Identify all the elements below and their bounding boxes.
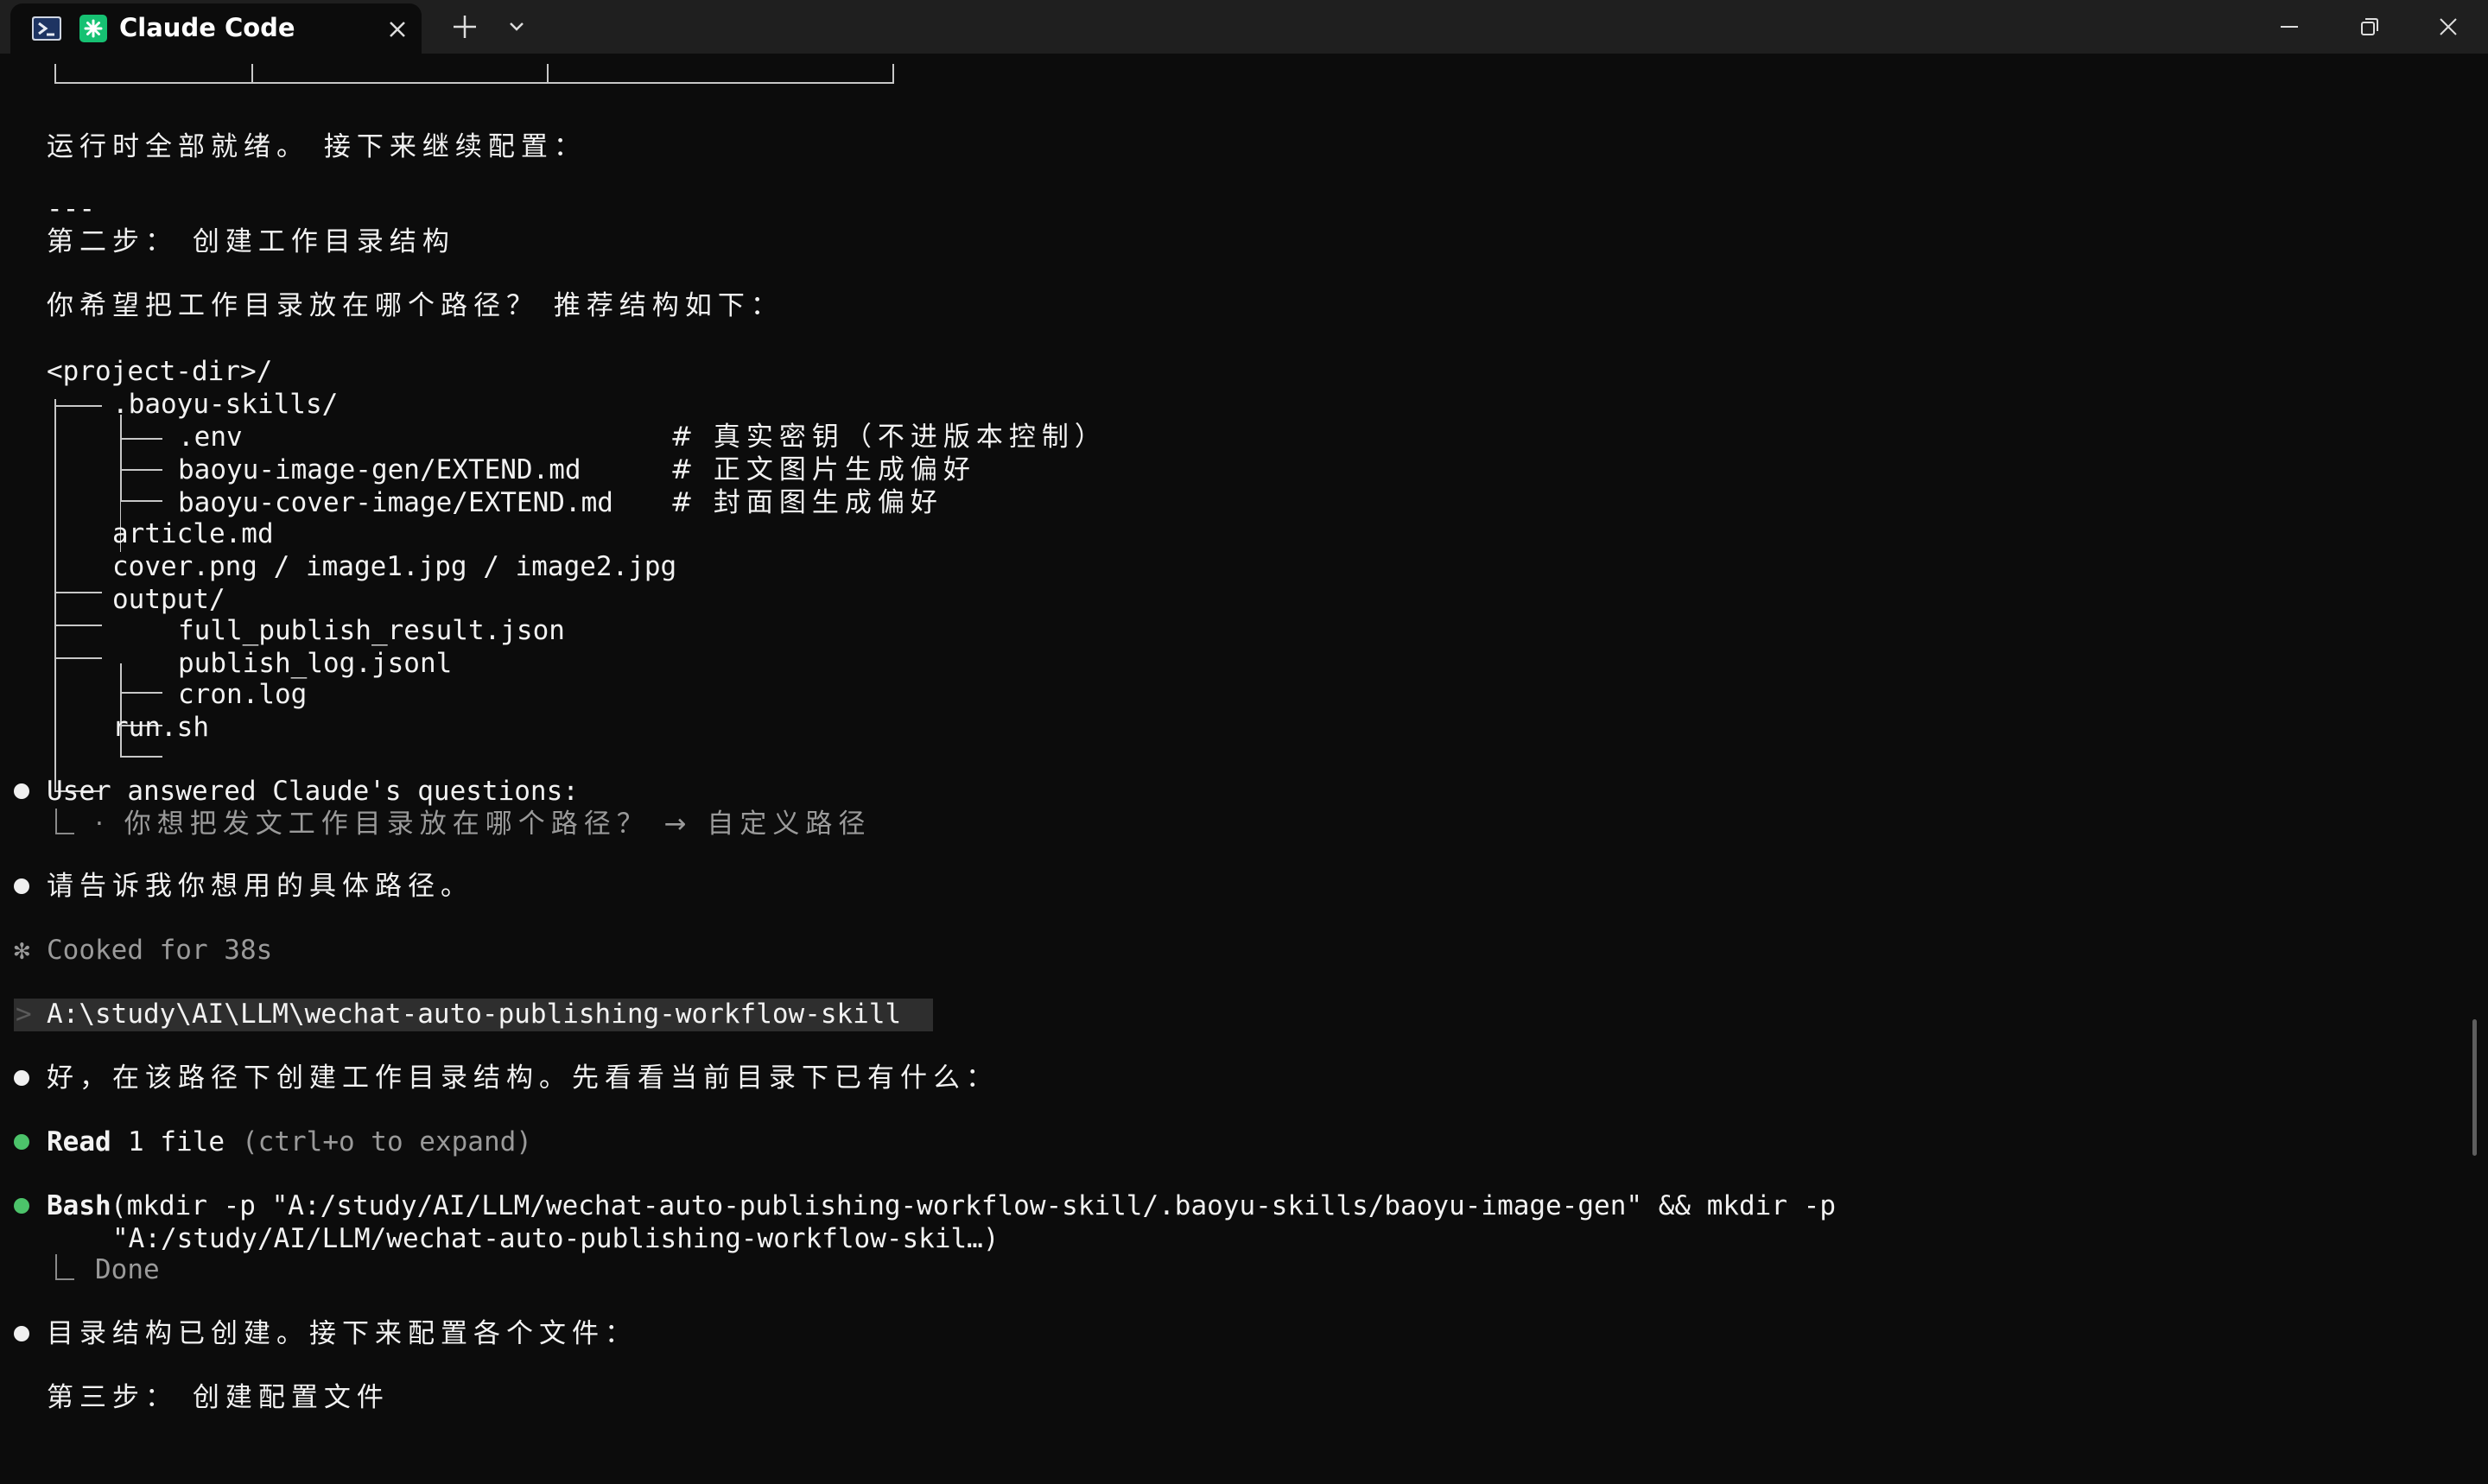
cooked-line: ✻ Cooked for 38s [0, 933, 2471, 967]
tree-run-line: run.sh [0, 710, 2471, 745]
tree-image-gen-comment: # 正文图片生成偏好 [670, 454, 976, 485]
step2-question: 你希望把工作目录放在哪个路径？ 推荐结构如下： [47, 290, 784, 321]
tree-cover-image-line: baoyu-cover-image/EXTEND.md # 封面图生成偏好 [0, 485, 2471, 520]
terminal-output[interactable]: 运行时全部就绪。 接下来继续配置： --- 第二步： 创建工作目录结构 你希望把… [0, 54, 2488, 1472]
minimize-icon[interactable] [2263, 10, 2315, 43]
tree-output-dir: output/ [112, 584, 225, 615]
tree-cover-image-comment: # 封面图生成偏好 [670, 487, 943, 518]
step2-title-line: 第二步： 创建工作目录结构 [0, 225, 2471, 259]
success-bullet-icon [14, 1134, 29, 1150]
ask-path-text: 请告诉我你想用的具体路径。 [47, 871, 473, 902]
tree-log-line: publish_log.jsonl [0, 646, 2471, 681]
table-bottom-border [54, 64, 894, 84]
asterisk-spinner-icon: ✻ [14, 935, 30, 966]
success-bullet-icon [14, 1198, 29, 1214]
tree-output-line: output/ [0, 582, 2471, 617]
tree-baoyu-dir: .baoyu-skills/ [112, 389, 339, 420]
bullet-icon [14, 1326, 29, 1341]
tree-images: cover.png / image1.jpg / image2.jpg [112, 551, 677, 582]
bash-tool-name: Bash [47, 1190, 111, 1221]
tab-claude-code[interactable]: Claude Code [10, 3, 422, 54]
tree-env-file: .env [178, 422, 243, 453]
bullet-icon [14, 1070, 29, 1086]
tree-cron-line: cron.log [0, 677, 2471, 712]
bullet-icon [14, 878, 29, 894]
close-window-icon[interactable] [2422, 10, 2474, 43]
user-answered-detail: · 你想把发文工作目录放在哪个路径？ → 自定义路径 [95, 809, 872, 840]
tree-env-line: .env # 真实密钥（不进版本控制） [0, 420, 2471, 454]
cooked-text: Cooked for 38s [47, 935, 273, 966]
tree-log-file: publish_log.jsonl [178, 648, 453, 679]
bash-result-line: Done [0, 1253, 2471, 1287]
step3-title-line: 第三步： 创建配置文件 [0, 1380, 2471, 1415]
bash-tool-line: Bash (mkdir -p "A:/study/AI/LLM/wechat-a… [0, 1189, 2471, 1223]
prompt-text: A:\study\AI\LLM\wechat-auto-publishing-w… [47, 999, 902, 1030]
read-tool-hint: (ctrl+o to expand) [242, 1126, 532, 1157]
tree-article-line: article.md [0, 517, 2471, 551]
create-msg-text: 好，在该路径下创建工作目录结构。先看看当前目录下已有什么： [47, 1062, 999, 1094]
title-bar: Claude Code [0, 0, 2488, 54]
chevron-down-icon[interactable] [501, 14, 532, 40]
tree-baoyu-line: .baoyu-skills/ [0, 387, 2471, 422]
create-msg-line: 好，在该路径下创建工作目录结构。先看看当前目录下已有什么： [0, 1061, 2471, 1095]
user-prompt-line[interactable]: > A:\study\AI\LLM\wechat-auto-publishing… [0, 997, 2471, 1031]
step2-title: 第二步： 创建工作目录结构 [47, 226, 455, 257]
bash-command-line1: (mkdir -p "A:/study/AI/LLM/wechat-auto-p… [111, 1190, 1837, 1221]
bash-command-line2: "A:/study/AI/LLM/wechat-auto-publishing-… [112, 1223, 1000, 1254]
powershell-icon [31, 16, 62, 41]
runtime-ready-line: 运行时全部就绪。 接下来继续配置： [0, 130, 2471, 164]
step2-question-line: 你希望把工作目录放在哪个路径？ 推荐结构如下： [0, 289, 2471, 323]
read-tool-line[interactable]: Read 1 file (ctrl+o to expand) [0, 1125, 2471, 1159]
tree-corner-icon [55, 1254, 74, 1280]
tree-root-line: <project-dir>/ [0, 354, 2471, 389]
tree-image-gen-file: baoyu-image-gen/EXTEND.md [178, 454, 581, 485]
ask-path-line: 请告诉我你想用的具体路径。 [0, 869, 2471, 904]
prompt-caret: > [16, 999, 32, 1030]
user-answered-detail-line: · 你想把发文工作目录放在哪个路径？ → 自定义路径 [0, 807, 2471, 841]
tree-run-file: run.sh [112, 712, 209, 743]
tree-image-gen-line: baoyu-image-gen/EXTEND.md # 正文图片生成偏好 [0, 453, 2471, 487]
bullet-icon [14, 783, 29, 799]
bash-command-cont-line: "A:/study/AI/LLM/wechat-auto-publishing-… [0, 1221, 2471, 1256]
claude-code-icon [79, 15, 107, 42]
created-msg-text: 目录结构已创建。接下来配置各个文件： [47, 1318, 638, 1349]
new-tab-plus-icon[interactable] [447, 12, 482, 41]
bash-result-text: Done [95, 1254, 160, 1285]
user-answered-header: User answered Claude's questions: [47, 776, 579, 807]
scrollbar-thumb[interactable] [2472, 1019, 2477, 1156]
tree-images-line: cover.png / image1.jpg / image2.jpg [0, 549, 2471, 584]
tree-cover-image-file: baoyu-cover-image/EXTEND.md [178, 487, 613, 518]
tree-root: <project-dir>/ [47, 356, 273, 387]
restore-icon[interactable] [2343, 10, 2395, 43]
separator-text: --- [47, 193, 95, 225]
tree-result-file: full_publish_result.json [178, 615, 565, 646]
tab-title: Claude Code [119, 13, 295, 42]
runtime-ready-text: 运行时全部就绪。 接下来继续配置： [47, 131, 587, 162]
tree-result-line: full_publish_result.json [0, 613, 2471, 648]
read-tool-name: Read [47, 1126, 111, 1157]
read-tool-detail: 1 file [128, 1126, 225, 1157]
tree-cron-file: cron.log [178, 679, 308, 710]
user-answered-line: User answered Claude's questions: [0, 774, 2471, 809]
step3-title: 第三步： 创建配置文件 [47, 1382, 390, 1413]
tree-article-file: article.md [112, 518, 274, 549]
tree-env-comment: # 真实密钥（不进版本控制） [670, 422, 1108, 453]
created-msg-line: 目录结构已创建。接下来配置各个文件： [0, 1316, 2471, 1351]
close-tab-icon[interactable] [385, 17, 409, 41]
tree-corner-icon [55, 809, 74, 834]
separator-line: --- [0, 192, 2471, 226]
